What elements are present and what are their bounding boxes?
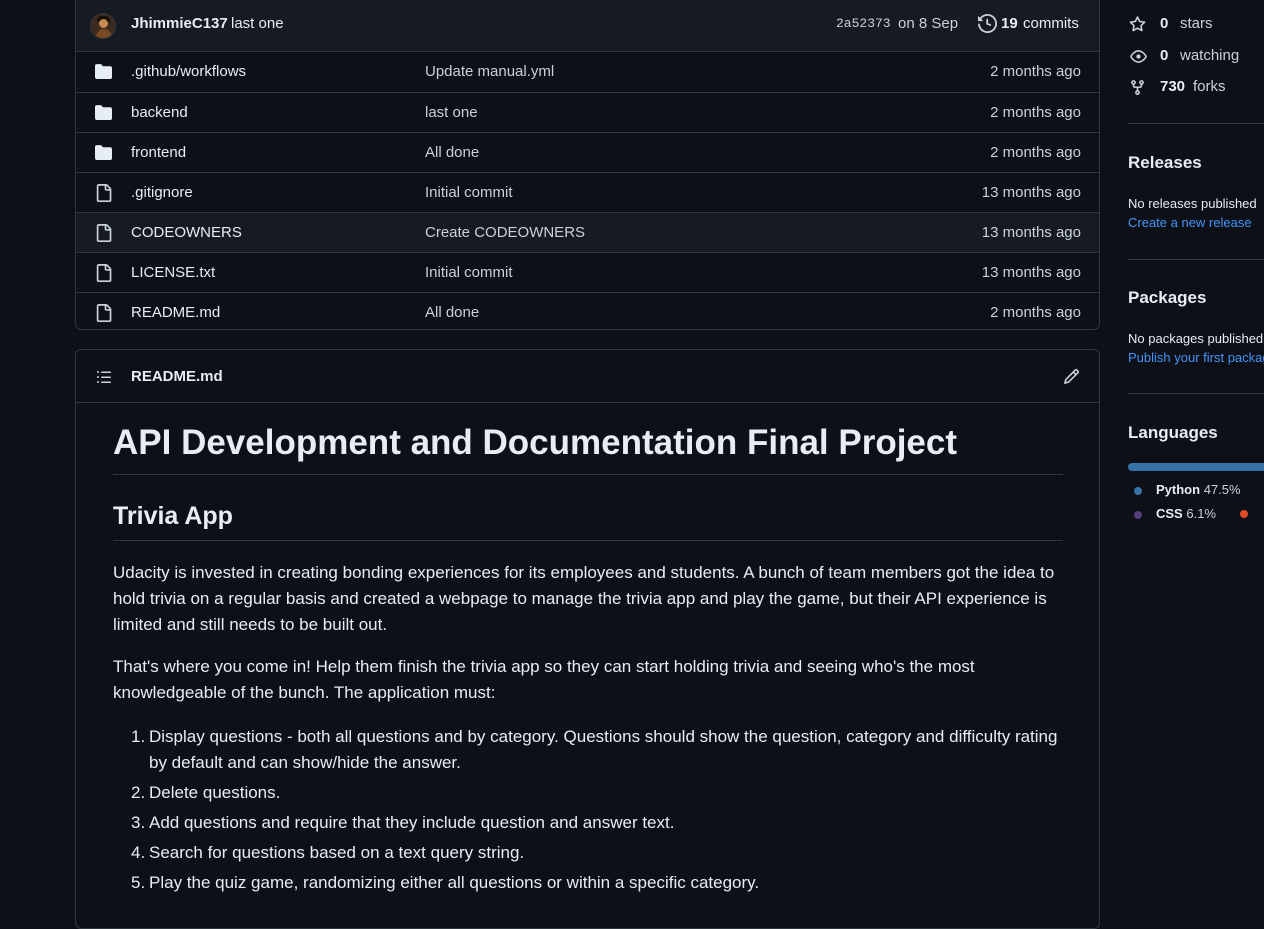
create-release-link[interactable]: Create a new release	[1128, 215, 1252, 230]
readme-title: API Development and Documentation Final …	[113, 422, 1063, 475]
file-row[interactable]: CODEOWNERS Create CODEOWNERS 13 months ago	[76, 212, 1099, 252]
file-row[interactable]: LICENSE.txt Initial commit 13 months ago	[76, 252, 1099, 292]
file-commit-message-link[interactable]: Initial commit	[425, 264, 513, 281]
star-icon	[1129, 16, 1146, 33]
about-sidebar: 0 stars 0 watching 730 forks Releases No…	[1128, 0, 1264, 907]
watching-count: 0	[1160, 47, 1169, 64]
releases-heading[interactable]: Releases	[1128, 153, 1202, 173]
readme-header: README.md	[76, 350, 1099, 403]
file-icon	[94, 224, 113, 242]
language-name: CSS	[1156, 506, 1183, 521]
file-commit-age: 2 months ago	[990, 304, 1081, 321]
pencil-icon[interactable]	[1063, 368, 1080, 385]
folder-icon	[94, 104, 113, 121]
list-item: 4. Search for questions based on a text q…	[131, 843, 525, 862]
language-dot	[1134, 487, 1142, 495]
readme-subtitle: Trivia App	[113, 500, 1063, 541]
file-commit-age: 2 months ago	[990, 144, 1081, 161]
language-bar	[1128, 463, 1264, 471]
file-commit-age: 2 months ago	[990, 63, 1081, 80]
folder-icon	[94, 144, 113, 161]
file-row[interactable]: backend last one 2 months ago	[76, 92, 1099, 132]
eye-icon	[1129, 48, 1148, 65]
file-name-link[interactable]: CODEOWNERS	[131, 224, 242, 241]
list-item: 3. Add questions and require that they in…	[131, 813, 675, 832]
file-commit-message-link[interactable]: Initial commit	[425, 184, 513, 201]
list-item: 2. Delete questions.	[131, 783, 281, 802]
forks-count: 730	[1160, 78, 1186, 95]
file-commit-message-link[interactable]: Update manual.yml	[425, 63, 554, 80]
commit-count-label[interactable]: commits	[1023, 15, 1079, 32]
packages-empty-text: No packages published	[1128, 331, 1264, 346]
file-name-link[interactable]: .gitignore	[131, 184, 193, 201]
divider	[1128, 259, 1264, 260]
file-row[interactable]: .github/workflows Update manual.yml 2 mont…	[76, 52, 1099, 92]
readme-filename[interactable]: README.md	[131, 368, 223, 385]
language-percent: 6.1%	[1186, 506, 1216, 521]
requirements-list: 1. Display questions - both all questions…	[113, 724, 1063, 900]
language-name: Python	[1156, 482, 1201, 497]
file-row[interactable]: frontend All done 2 months ago	[76, 132, 1099, 172]
file-commit-message-link[interactable]: Create CODEOWNERS	[425, 224, 585, 241]
file-name-link[interactable]: .github/workflows	[131, 63, 246, 80]
file-name-link[interactable]: README.md	[131, 304, 220, 321]
file-commit-age: 13 months ago	[981, 184, 1081, 201]
file-commit-message-link[interactable]: last one	[425, 104, 478, 121]
file-row[interactable]: .gitignore Initial commit 13 months ago	[76, 172, 1099, 212]
file-commit-age: 2 months ago	[990, 104, 1081, 121]
watching-label: watching	[1180, 47, 1240, 64]
releases-empty-text: No releases published	[1128, 196, 1257, 211]
divider	[1128, 393, 1264, 394]
file-icon	[94, 184, 113, 202]
languages-heading: Languages	[1128, 423, 1218, 442]
commit-date: on 8 Sep	[898, 15, 959, 32]
divider	[1128, 123, 1264, 124]
latest-commit-bar: JhimmieC137 last one 2a52373 on 8 Sep 19…	[76, 0, 1099, 52]
publish-package-link[interactable]: Publish your first package	[1128, 350, 1264, 365]
file-name-link[interactable]: backend	[131, 104, 188, 121]
fork-icon	[1129, 79, 1146, 96]
commit-author-link[interactable]: JhimmieC137	[131, 15, 228, 32]
file-commit-age: 13 months ago	[981, 264, 1081, 281]
file-name-link[interactable]: frontend	[131, 144, 186, 161]
file-commit-message-link[interactable]: All done	[425, 304, 479, 321]
stars-count: 0	[1160, 15, 1169, 32]
readme-panel: README.md API Development and Documentat…	[75, 349, 1100, 929]
stars-label: stars	[1180, 15, 1213, 32]
language-dot	[1240, 510, 1248, 518]
commit-message-link[interactable]: last one	[231, 15, 284, 32]
packages-heading[interactable]: Packages	[1128, 288, 1206, 308]
file-commit-message-link[interactable]: All done	[425, 144, 479, 161]
outline-list-icon[interactable]	[95, 369, 113, 385]
commit-count[interactable]: 19	[1001, 15, 1018, 32]
file-icon	[94, 304, 113, 322]
list-item: 1. Display questions - both all questions…	[131, 727, 1058, 772]
file-browser: JhimmieC137 last one 2a52373 on 8 Sep 19…	[75, 0, 1100, 330]
readme-paragraph: Udacity is invested in creating bonding …	[113, 563, 1055, 634]
language-percent: 47.5%	[1203, 482, 1241, 497]
file-row[interactable]: README.md All done 2 months ago	[76, 292, 1099, 329]
list-item: 5. Play the quiz game, randomizing either…	[131, 873, 760, 892]
folder-icon	[94, 63, 113, 80]
file-icon	[94, 264, 113, 282]
file-commit-age: 13 months ago	[981, 224, 1081, 241]
history-icon[interactable]	[978, 14, 997, 33]
forks-label: forks	[1193, 78, 1226, 95]
language-dot	[1134, 511, 1142, 519]
commit-hash-link[interactable]: 2a52373	[836, 16, 891, 31]
avatar[interactable]	[90, 13, 116, 39]
readme-paragraph: That's where you come in! Help them fini…	[113, 657, 975, 702]
file-name-link[interactable]: LICENSE.txt	[131, 264, 215, 281]
